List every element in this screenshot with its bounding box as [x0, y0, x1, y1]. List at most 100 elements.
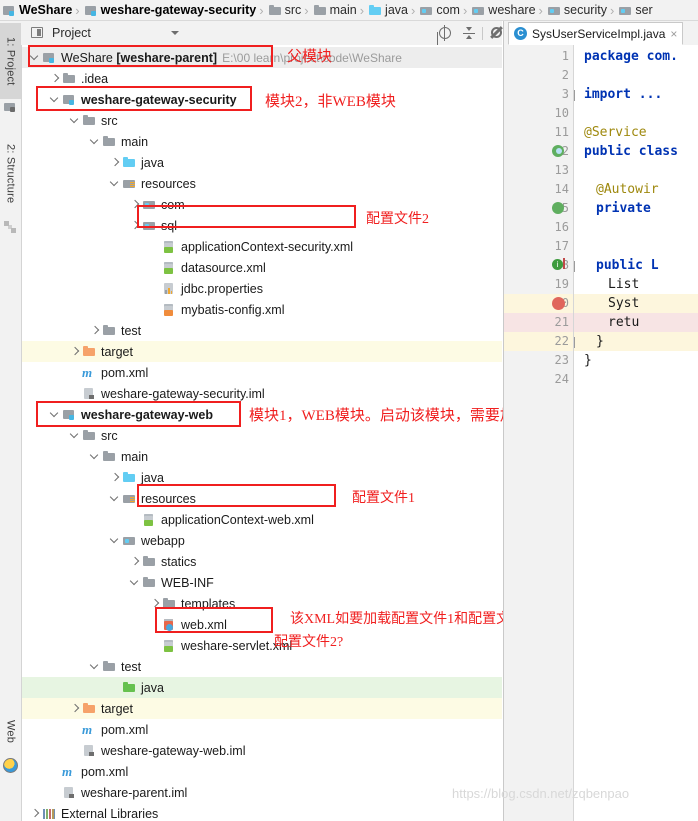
tree-row[interactable]: WEB-INF — [22, 572, 502, 593]
tree-row[interactable]: test — [22, 656, 502, 677]
chevron-down-icon[interactable] — [108, 530, 122, 551]
tree-row[interactable]: src — [22, 425, 502, 446]
tool-tab-web[interactable]: Web — [0, 709, 21, 755]
tree-row[interactable]: resources — [22, 488, 502, 509]
tree-row[interactable]: resources — [22, 173, 502, 194]
external-libraries-icon — [42, 807, 57, 821]
breadcrumb-item-java[interactable]: java — [366, 0, 409, 20]
tree-row[interactable]: weshare-servlet.xml — [22, 635, 502, 656]
chevron-right-icon[interactable] — [108, 152, 122, 173]
module-root-icon — [42, 51, 57, 65]
chevron-right-icon[interactable] — [68, 698, 82, 719]
chevron-right-icon[interactable] — [148, 593, 162, 614]
tree-row[interactable]: com — [22, 194, 502, 215]
tree-row-label: test — [121, 659, 142, 674]
tree-row[interactable]: weshare-gateway-security — [22, 89, 502, 110]
editor-gutter[interactable]: 123101112131415161718192021222324i — [504, 45, 574, 821]
tree-row[interactable]: .idea — [22, 68, 502, 89]
folder-icon — [142, 555, 157, 569]
tree-row[interactable]: weshare-gateway-web.iml — [22, 740, 502, 761]
tree-row[interactable]: webapp — [22, 530, 502, 551]
tree-row[interactable]: m pom.xml — [22, 719, 502, 740]
editor-tab[interactable]: C SysUserServiceImpl.java × — [508, 22, 684, 45]
chevron-down-icon[interactable] — [48, 404, 62, 425]
tree-row-label: test — [121, 323, 142, 338]
tree-row[interactable]: applicationContext-security.xml — [22, 236, 502, 257]
tree-row[interactable]: weshare-parent.iml — [22, 782, 502, 803]
chevron-right-icon[interactable] — [28, 803, 42, 821]
tree-row[interactable]: java — [22, 467, 502, 488]
tree-row[interactable]: datasource.xml — [22, 257, 502, 278]
breakpoint-icon[interactable] — [552, 297, 566, 311]
locate-icon[interactable] — [438, 25, 453, 41]
chevron-down-icon[interactable] — [108, 488, 122, 509]
breadcrumb-item-weshare[interactable]: weshare — [469, 0, 536, 20]
tree-row[interactable]: weshare-gateway-security.iml — [22, 383, 502, 404]
chevron-right-icon[interactable] — [128, 215, 142, 236]
fold-expand-icon[interactable]: + — [574, 90, 575, 101]
chevron-right-icon[interactable] — [48, 68, 62, 89]
tree-row[interactable]: src — [22, 110, 502, 131]
chevron-right-icon[interactable] — [128, 194, 142, 215]
project-tree[interactable]: WeShare [weshare-parent] E:\00 learn\proj… — [22, 45, 502, 821]
chevron-down-icon[interactable] — [128, 572, 142, 593]
bean-gutter-icon[interactable] — [552, 145, 566, 159]
fold-collapse-icon[interactable]: − — [574, 261, 575, 272]
code-line: } — [584, 353, 592, 368]
fold-collapse-icon-2[interactable]: − — [574, 337, 575, 348]
breadcrumb-item-weshare[interactable]: WeShare — [0, 0, 73, 20]
tree-row[interactable]: main — [22, 131, 502, 152]
breadcrumb-item-main[interactable]: main — [311, 0, 358, 20]
iml-file-icon — [82, 744, 97, 758]
tree-row[interactable]: sql — [22, 215, 502, 236]
folder-dot-icon — [420, 5, 433, 16]
tree-row[interactable]: External Libraries — [22, 803, 502, 821]
chevron-right-icon[interactable] — [108, 467, 122, 488]
tree-row[interactable]: java — [22, 152, 502, 173]
chevron-right-icon[interactable] — [128, 551, 142, 572]
editor-code-area[interactable]: package com. import ... @Service public cla… — [574, 45, 698, 821]
tool-tab-project[interactable]: 1: Project — [0, 23, 21, 99]
breadcrumb-item-src[interactable]: src — [266, 0, 303, 20]
folder-dot-icon — [142, 198, 157, 212]
breadcrumb-item-security[interactable]: security — [545, 0, 608, 20]
chevron-right-icon[interactable] — [88, 320, 102, 341]
tree-row[interactable]: statics — [22, 551, 502, 572]
tree-row[interactable]: jdbc.properties — [22, 278, 502, 299]
tree-row[interactable]: java — [22, 677, 502, 698]
chevron-down-icon[interactable] — [171, 31, 179, 35]
tree-row[interactable]: mybatis-config.xml — [22, 299, 502, 320]
chevron-down-icon[interactable] — [68, 110, 82, 131]
chevron-down-icon[interactable] — [108, 173, 122, 194]
tree-row[interactable]: applicationContext-web.xml — [22, 509, 502, 530]
line-number: 2 — [561, 68, 569, 82]
editor-tab-label: SysUserServiceImpl.java — [532, 26, 666, 41]
breadcrumb-item-weshare-gateway-security[interactable]: weshare-gateway-security — [82, 0, 258, 20]
tree-row[interactable]: m pom.xml — [22, 761, 502, 782]
breadcrumb-item-label: com — [436, 3, 460, 17]
breadcrumb-item-com[interactable]: com — [417, 0, 461, 20]
chevron-down-icon[interactable] — [88, 656, 102, 677]
chevron-down-icon[interactable] — [68, 425, 82, 446]
code-line: @Service — [584, 125, 647, 140]
tree-row[interactable]: test — [22, 320, 502, 341]
tree-row[interactable]: target — [22, 341, 502, 362]
breadcrumb-item-ser[interactable]: ser — [616, 0, 653, 20]
breadcrumb-item-label: WeShare — [19, 3, 73, 17]
implemented-method-icon[interactable]: i — [552, 258, 566, 273]
chevron-right-icon[interactable] — [68, 341, 82, 362]
tree-row[interactable]: WeShare [weshare-parent] E:\00 learn\proj… — [22, 47, 502, 68]
tree-row[interactable]: target — [22, 698, 502, 719]
close-icon[interactable]: × — [670, 27, 677, 41]
tree-row-label: resources — [141, 491, 196, 506]
chevron-down-icon[interactable] — [88, 446, 102, 467]
tree-row[interactable]: m pom.xml — [22, 362, 502, 383]
chevron-down-icon[interactable] — [88, 131, 102, 152]
navigate-gutter-icon[interactable] — [552, 202, 566, 216]
tool-tab-structure[interactable]: 2: Structure — [0, 131, 21, 217]
tree-row-label: weshare-parent.iml — [81, 785, 188, 800]
chevron-down-icon[interactable] — [28, 47, 42, 68]
chevron-down-icon[interactable] — [48, 89, 62, 110]
folder-icon — [102, 450, 117, 464]
tree-row[interactable]: main — [22, 446, 502, 467]
